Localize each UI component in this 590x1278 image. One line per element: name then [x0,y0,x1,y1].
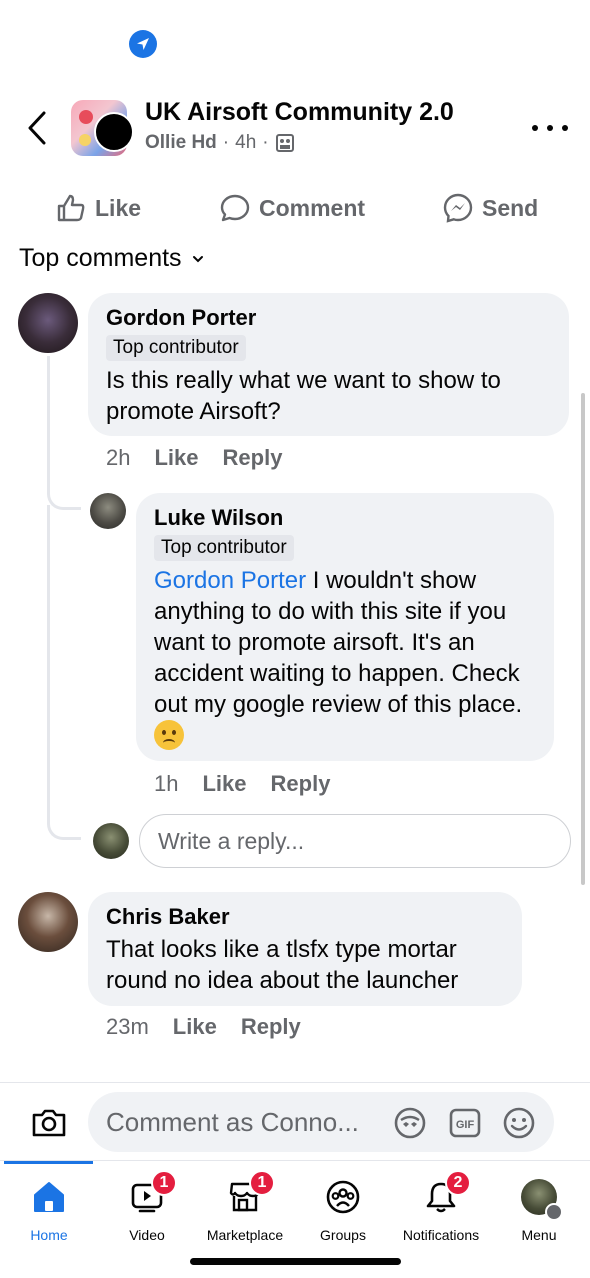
thread-connector [47,810,81,840]
location-arrow-icon [129,30,157,58]
gif-icon[interactable]: GIF [447,1105,483,1141]
commenter-avatar[interactable] [18,892,78,952]
tab-label: Marketplace [206,1227,284,1243]
comment-button[interactable]: Comment [219,192,365,224]
current-user-avatar [93,823,129,859]
comment-input[interactable]: Comment as Conno... [88,1092,554,1152]
tab-home[interactable]: Home [0,1173,98,1253]
sad-face-emoji-icon [154,720,184,750]
thread-connector [47,470,81,510]
commenter-name[interactable]: Luke Wilson [154,505,536,531]
comment-reply-button[interactable]: Reply [271,771,331,797]
commenter-avatar[interactable] [18,293,78,353]
comment-icon [220,194,250,222]
back-button[interactable] [22,108,52,148]
comment-text: Is this really what we want to show to p… [106,367,501,425]
gif-label: GIF [456,1119,475,1131]
comment-text: That looks like a tlsfx type mortar roun… [106,936,459,994]
tab-label: Home [30,1227,68,1243]
like-label: Like [95,194,142,221]
mention-link[interactable]: Gordon Porter [154,567,306,594]
comment-bubble: Gordon Porter Top contributor Is this re… [88,293,569,436]
commenter-name[interactable]: Chris Baker [106,904,504,930]
tab-marketplace[interactable]: 1 Marketplace [196,1170,294,1253]
groups-icon [323,1177,363,1217]
post-meta: Ollie Hd · 4h · [145,132,295,154]
send-label: Send [482,194,539,221]
comment-text: Gordon Porter I wouldn't show anything t… [154,565,536,753]
group-privacy-icon [275,134,294,152]
reply-input[interactable]: Write a reply... [139,814,571,868]
comment-like-button[interactable]: Like [173,1014,217,1040]
comment-actions: 23m Like Reply [106,1014,301,1040]
meta-separator: · [222,132,230,153]
messenger-icon [443,193,473,223]
comment-input-placeholder: Comment as Conno... [106,1106,359,1137]
scrollbar[interactable] [581,393,585,885]
top-contributor-badge: Top contributor [154,535,294,561]
notification-badge: 2 [445,1170,471,1196]
home-icon [29,1177,69,1217]
comment-time: 1h [154,771,179,796]
camera-button[interactable] [28,1103,70,1143]
comment-time: 2h [106,445,131,470]
menu-avatar [521,1179,563,1221]
author-avatar[interactable] [94,112,134,152]
tab-notifications[interactable]: 2 Notifications [392,1170,490,1253]
notification-badge: 1 [151,1170,177,1196]
commenter-avatar[interactable] [90,493,126,529]
comment-label: Comment [259,194,366,221]
comment-time: 23m [106,1014,149,1039]
chevron-down-icon [192,255,203,262]
post-action-bar: Like Comment Send [0,186,590,234]
marketplace-icon: 1 [225,1170,275,1217]
comment-reply-button[interactable]: Reply [241,1014,301,1040]
tab-menu[interactable]: Menu [490,1173,588,1253]
top-contributor-badge: Top contributor [106,335,246,361]
camera-icon [32,1109,66,1137]
home-indicator [190,1258,401,1265]
emoji-icon[interactable] [501,1105,537,1141]
group-title[interactable]: UK Airsoft Community 2.0 [145,98,454,127]
send-button[interactable]: Send [442,192,538,224]
bell-icon: 2 [421,1170,471,1217]
comment-actions: 1h Like Reply [154,771,330,797]
comment-actions: 2h Like Reply [106,445,282,471]
menu-icon [545,1203,563,1221]
avatar-sticker-icon[interactable] [392,1105,428,1141]
meta-separator: · [262,132,269,153]
video-icon: 1 [127,1170,177,1217]
tab-label: Notifications [402,1227,480,1243]
comment-bubble: Chris Baker That looks like a tlsfx type… [88,892,522,1006]
post-time: 4h [235,132,257,153]
chevron-left-icon [28,111,46,145]
tab-video[interactable]: 1 Video [98,1170,196,1253]
active-tab-indicator [4,1161,93,1164]
tab-label: Menu [521,1227,557,1243]
comment-bubble: Luke Wilson Top contributor Gordon Porte… [136,493,554,761]
reply-input-placeholder: Write a reply... [158,827,305,854]
post-header: UK Airsoft Community 2.0 Ollie Hd · 4h · [0,92,590,162]
comment-like-button[interactable]: Like [202,771,246,797]
commenter-name[interactable]: Gordon Porter [106,305,551,331]
more-options-icon[interactable] [532,116,568,140]
comment-like-button[interactable]: Like [154,445,198,471]
comments-filter-label: Top comments [19,244,182,272]
author-name[interactable]: Ollie Hd [145,132,217,154]
comment-composer: Comment as Conno... GIF [0,1082,590,1162]
tab-label: Groups [320,1227,366,1243]
comment-reply-button[interactable]: Reply [223,445,283,471]
notification-badge: 1 [249,1170,275,1196]
thread-line [47,505,50,815]
comments-filter-dropdown[interactable]: Top comments [19,244,204,273]
thumbs-up-icon [57,194,85,222]
like-button[interactable]: Like [55,192,141,224]
tab-groups[interactable]: Groups [294,1173,392,1253]
tab-label: Video [129,1227,165,1243]
thread-line [47,356,50,476]
